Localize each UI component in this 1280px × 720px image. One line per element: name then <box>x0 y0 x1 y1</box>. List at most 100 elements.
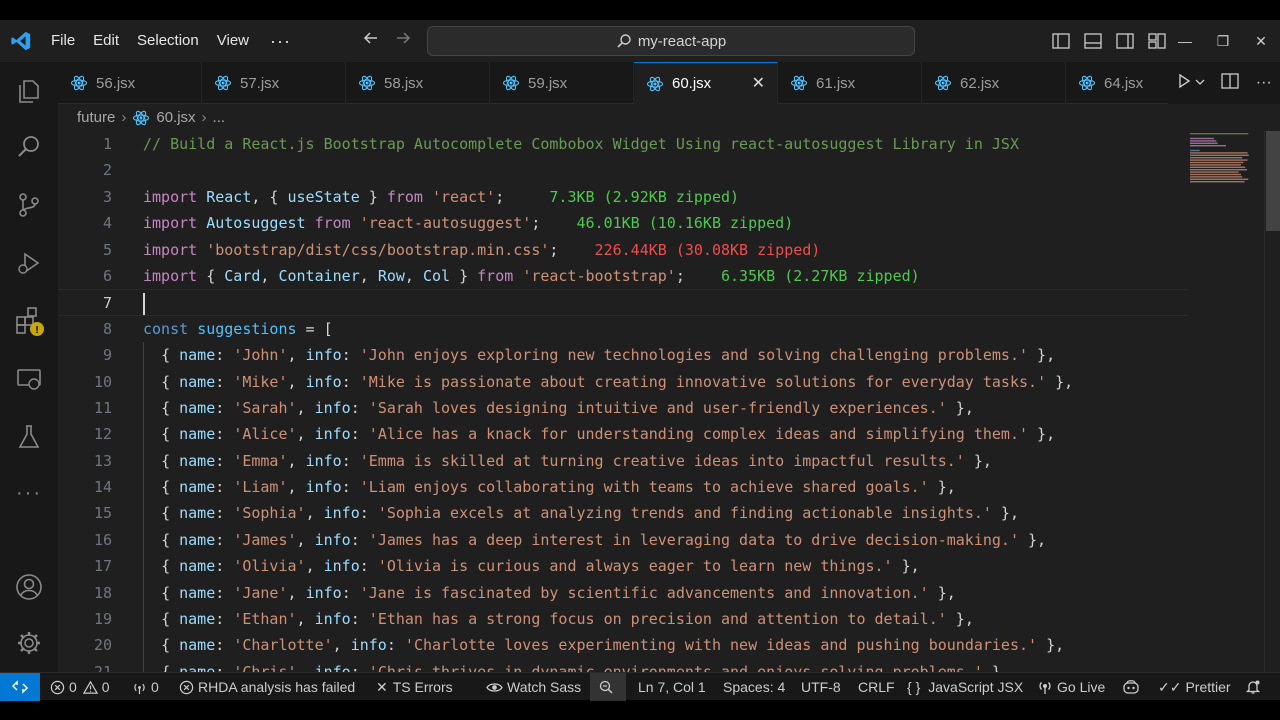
rhda-status[interactable]: RHDA analysis has failed <box>179 673 355 701</box>
code-line[interactable]: 17 { name: 'Olivia', info: 'Olivia is cu… <box>58 553 1188 580</box>
forward-arrow-icon[interactable] <box>388 20 418 62</box>
code-line[interactable]: 10 { name: 'Mike', info: 'Mike is passio… <box>58 368 1188 395</box>
line-text: { name: 'Liam', info: 'Liam enjoys colla… <box>161 478 956 497</box>
code-line[interactable]: 11 { name: 'Sarah', info: 'Sarah loves d… <box>58 394 1188 422</box>
tab-62-jsx[interactable]: 62.jsx <box>922 62 1066 104</box>
notifications-bell-icon[interactable] <box>1245 673 1265 701</box>
encoding-setting[interactable]: UTF-8 <box>801 673 841 701</box>
line-number: 13 <box>93 451 112 470</box>
code-line[interactable]: 15 { name: 'Sophia', info: 'Sophia excel… <box>58 500 1188 527</box>
line-number: 9 <box>102 346 112 365</box>
cursor-position[interactable]: Ln 7, Col 1 <box>638 673 706 701</box>
testing-flask-icon[interactable] <box>0 412 58 462</box>
restore-icon[interactable]: ❐ <box>1204 33 1242 50</box>
accounts-icon[interactable] <box>0 562 58 612</box>
chevron-right-icon: › <box>121 109 127 126</box>
line-number: 1 <box>102 135 112 153</box>
back-arrow-icon[interactable] <box>356 20 386 62</box>
more-actions-icon[interactable]: ··· <box>1256 74 1272 92</box>
eol-setting[interactable]: CRLF <box>858 673 895 701</box>
tab-58-jsx[interactable]: 58.jsx <box>346 62 490 104</box>
ports-indicator[interactable]: 0 <box>132 673 159 701</box>
breadcrumb-more[interactable]: ... <box>213 104 226 132</box>
code-editor[interactable]: 1 // Build a React.js Bootstrap Autocompl… <box>58 131 1188 672</box>
code-line[interactable]: 5 import 'bootstrap/dist/css/bootstrap.mi… <box>58 237 1188 263</box>
code-line[interactable]: 16 { name: 'James', info: 'James has a d… <box>58 526 1188 554</box>
toggle-panel-icon[interactable] <box>1077 33 1109 49</box>
code-line[interactable]: 2 <box>58 157 1188 183</box>
activity-bar: ! ··· <box>0 62 58 672</box>
ts-errors-status[interactable]: ✕ TS Errors <box>376 673 453 701</box>
vscode-logo-icon <box>0 20 42 62</box>
code-line[interactable]: 8 const suggestions = [ <box>58 316 1188 342</box>
code-line[interactable]: 12 { name: 'Alice', info: 'Alice has a k… <box>58 421 1188 448</box>
code-line[interactable]: 13 { name: 'Emma', info: 'Emma is skille… <box>58 447 1188 475</box>
copilot-icon[interactable] <box>1122 673 1144 701</box>
zoom-search-icon[interactable] <box>590 673 626 701</box>
prettier-status[interactable]: ✓✓ Prettier <box>1158 673 1231 701</box>
react-file-icon <box>934 75 952 91</box>
settings-gear-icon[interactable] <box>0 618 58 668</box>
tab-56-jsx[interactable]: 56.jsx <box>58 62 202 104</box>
breadcrumb-file[interactable]: 60.jsx <box>156 104 195 132</box>
code-line[interactable]: 7 <box>58 289 1188 316</box>
run-file-icon[interactable] <box>1176 73 1192 94</box>
code-line[interactable]: 18 { name: 'Jane', info: 'Jane is fascin… <box>58 579 1188 607</box>
more-views-icon[interactable]: ··· <box>0 468 58 518</box>
language-mode[interactable]: { } JavaScript JSX <box>907 673 1023 701</box>
tab-label: 56.jsx <box>96 74 136 92</box>
tab-59-jsx[interactable]: 59.jsx <box>490 62 634 104</box>
code-line[interactable]: 20 { name: 'Charlotte', info: 'Charlotte… <box>58 632 1188 659</box>
remote-indicator-icon[interactable] <box>0 673 40 701</box>
scrollbar-thumb[interactable] <box>1266 131 1280 231</box>
command-center-search[interactable]: my-react-app <box>427 26 915 56</box>
run-debug-icon[interactable] <box>0 238 58 288</box>
indentation-setting[interactable]: Spaces: 4 <box>723 673 785 701</box>
problems-indicator[interactable]: 0 0 <box>50 673 110 701</box>
menu-view[interactable]: View <box>208 20 258 62</box>
line-number: 19 <box>93 610 112 629</box>
close-tab-icon[interactable]: ✕ <box>752 63 765 105</box>
menu-edit[interactable]: Edit <box>84 20 128 62</box>
code-line[interactable]: 1 // Build a React.js Bootstrap Autocompl… <box>58 131 1188 157</box>
watch-sass-button[interactable]: Watch Sass <box>486 673 581 701</box>
tab-57-jsx[interactable]: 57.jsx <box>202 62 346 104</box>
chevron-down-icon[interactable] <box>1195 74 1205 92</box>
tab-label: 58.jsx <box>384 74 424 92</box>
code-line[interactable]: 4 import Autosuggest from 'react-autosugg… <box>58 210 1188 236</box>
line-text: { name: 'Emma', info: 'Emma is skilled a… <box>161 451 992 470</box>
code-line[interactable]: 14 { name: 'Liam', info: 'Liam enjoys co… <box>58 474 1188 501</box>
tab-60-jsx[interactable]: 60.jsx ✕ <box>634 62 778 104</box>
close-window-icon[interactable]: ✕ <box>1242 33 1280 50</box>
warning-icon <box>82 680 98 694</box>
code-line[interactable]: 9 { name: 'John', info: 'John enjoys exp… <box>58 342 1188 369</box>
source-control-icon[interactable] <box>0 180 58 230</box>
minimap-line <box>1190 173 1241 176</box>
minimap-line <box>1190 157 1243 159</box>
tab-label: 59.jsx <box>528 74 568 92</box>
line-text: { name: 'John', info: 'John enjoys explo… <box>161 346 1056 365</box>
code-line[interactable]: 3 import React, { useState } from 'react'… <box>58 184 1188 210</box>
breadcrumb-folder[interactable]: future <box>77 104 115 132</box>
code-line[interactable]: 6 import { Card, Container, Row, Col } fr… <box>58 263 1188 289</box>
split-editor-icon[interactable] <box>1221 72 1239 94</box>
minimap[interactable] <box>1188 131 1264 271</box>
toggle-secondary-sidebar-icon[interactable] <box>1109 33 1141 49</box>
explorer-icon[interactable] <box>0 66 58 116</box>
line-text: import Autosuggest from 'react-autosugge… <box>143 214 794 233</box>
code-line[interactable]: 21 { name: 'Chris', info: 'Chris thrives… <box>58 658 1188 672</box>
line-number: 16 <box>93 530 112 549</box>
line-text: { name: 'Sarah', info: 'Sarah loves desi… <box>161 398 974 417</box>
search-sidebar-icon[interactable] <box>0 122 58 172</box>
go-live-button[interactable]: Go Live <box>1037 673 1105 701</box>
tab-61-jsx[interactable]: 61.jsx <box>778 62 922 104</box>
code-line[interactable]: 19 { name: 'Ethan', info: 'Ethan has a s… <box>58 606 1188 633</box>
vertical-scrollbar[interactable] <box>1264 131 1280 672</box>
toggle-primary-sidebar-icon[interactable] <box>1045 33 1077 49</box>
menu-selection[interactable]: Selection <box>128 20 208 62</box>
minimize-icon[interactable]: — <box>1166 33 1204 49</box>
menu-more-button[interactable]: ··· <box>258 31 303 52</box>
menu-file[interactable]: File <box>42 20 84 62</box>
remote-explorer-icon[interactable] <box>0 354 58 404</box>
extensions-icon[interactable]: ! <box>0 296 58 346</box>
